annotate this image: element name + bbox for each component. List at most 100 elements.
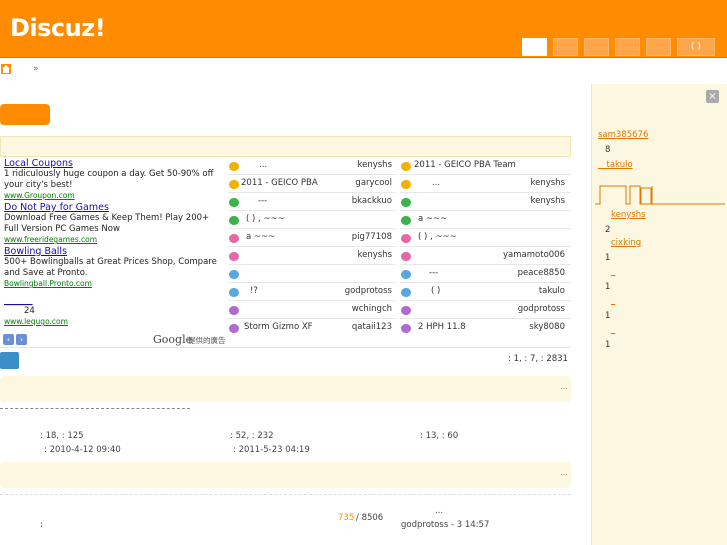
thread-row[interactable]: ( ) , ~~~ (400, 229, 571, 247)
thread-row[interactable]: ... kenyshs (228, 157, 396, 175)
thread-icon (229, 216, 239, 225)
thread-icon (229, 180, 239, 189)
breadcrumb-separator: » (33, 64, 39, 74)
category-collapse[interactable]: ... (560, 468, 568, 477)
ad-url[interactable]: www.lequgo.com (4, 317, 226, 326)
sidebar-user[interactable]: __takulo (598, 160, 633, 170)
thread-icon (401, 306, 411, 315)
thread-row[interactable]: a ~~~ pig77108 (228, 229, 396, 247)
ad-prev-arrow-icon[interactable]: ‹ (3, 334, 14, 345)
ad-title[interactable]: Bowling Balls (4, 246, 226, 257)
ad-url[interactable]: www.Groupon.com (4, 191, 226, 200)
thread-row[interactable]: a ~~~ (400, 211, 571, 229)
thread-row[interactable]: --- peace8850 (400, 265, 571, 283)
thread-title[interactable]: ( ) , ~~~ (246, 214, 285, 224)
nav-tab-2[interactable] (553, 38, 578, 56)
ad-title[interactable]: ______ (4, 295, 226, 306)
thread-icon (229, 234, 239, 243)
thread-author[interactable]: kenyshs (530, 178, 565, 188)
close-icon[interactable]: × (706, 90, 719, 103)
nav-tab-5[interactable] (646, 38, 671, 56)
thread-author[interactable]: sky8080 (529, 322, 565, 332)
sidebar-count: 1 (605, 311, 611, 321)
thread-title[interactable]: 2011 - GEICO PBA (241, 178, 318, 188)
thread-author[interactable]: godprotoss (345, 286, 392, 296)
thread-row[interactable]: !? godprotoss (228, 283, 396, 301)
ad-text: 500+ Bowlingballs at Great Prices Shop, … (4, 257, 217, 278)
sidebar-user[interactable]: kenyshs (611, 210, 646, 220)
thread-author[interactable]: peace8850 (518, 268, 565, 278)
home-icon[interactable] (1, 64, 11, 74)
thread-title[interactable]: Storm Gizmo XF (244, 322, 313, 332)
thread-author[interactable]: yamamoto006 (503, 250, 565, 260)
thread-title[interactable]: 2 HPH 11.8 (418, 322, 466, 332)
thread-row[interactable]: 2011 - GEICO PBA garycool (228, 175, 396, 193)
sidebar-user[interactable]: cixking (611, 238, 641, 248)
sidebar-user[interactable]: _ (611, 296, 615, 306)
ad-url[interactable]: www.freeridegames.com (4, 235, 226, 244)
thread-row[interactable]: 2011 - GEICO PBA Team (400, 157, 571, 175)
thread-author[interactable]: takulo (539, 286, 565, 296)
thread-title[interactable]: ... (259, 160, 267, 170)
ad-next-arrow-icon[interactable]: › (16, 334, 27, 345)
thread-author[interactable]: qataii123 (352, 322, 392, 332)
last-post-info[interactable]: godprotoss - 3 14:57 (401, 520, 489, 530)
sidebar-graphic (595, 184, 725, 209)
thread-author[interactable]: wchingch (352, 304, 392, 314)
thread-title[interactable]: ( ) (431, 286, 440, 296)
thread-title[interactable]: ( ) , ~~~ (418, 232, 457, 242)
sidebar-user[interactable]: sam385676 (598, 130, 648, 140)
thread-row[interactable]: ( ) takulo (400, 283, 571, 301)
ad-title[interactable]: Local Coupons (4, 158, 226, 169)
thread-row[interactable]: wchingch (228, 301, 396, 319)
divider (0, 494, 571, 495)
nav-search-button[interactable]: ( ) (677, 38, 715, 56)
sidebar (591, 84, 727, 545)
category-header[interactable] (0, 462, 571, 488)
nav-tab-home[interactable] (522, 38, 547, 56)
thread-author[interactable]: garycool (355, 178, 392, 188)
thread-row[interactable] (228, 265, 396, 283)
thread-row[interactable]: kenyshs (400, 193, 571, 211)
thread-row[interactable]: ... kenyshs (400, 175, 571, 193)
thread-author[interactable]: godprotoss (518, 304, 565, 314)
forum-stats-summary: : 1, : 7, : 2831 (508, 354, 568, 364)
thread-icon (401, 234, 411, 243)
thread-row[interactable]: ( ) , ~~~ (228, 211, 396, 229)
thread-title[interactable]: --- (429, 268, 438, 278)
forum-toggle-button[interactable] (0, 352, 19, 369)
thread-title[interactable]: --- (258, 196, 267, 206)
nav-tab-4[interactable] (615, 38, 640, 56)
ad-url[interactable]: Bowlingball.Pronto.com (4, 279, 226, 288)
thread-author[interactable]: kenyshs (357, 250, 392, 260)
thread-row[interactable]: 2 HPH 11.8 sky8080 (400, 319, 571, 337)
last-post-title[interactable]: ... (435, 506, 443, 516)
ad-title[interactable]: Do Not Pay for Games (4, 202, 226, 213)
thread-author[interactable]: pig77108 (352, 232, 392, 242)
thread-row[interactable]: yamamoto006 (400, 247, 571, 265)
thread-author[interactable]: bkackkuo (352, 196, 392, 206)
category-collapse[interactable]: ... (560, 382, 568, 391)
thread-row[interactable]: --- bkackkuo (228, 193, 396, 211)
thread-icon (229, 162, 239, 171)
thread-icon (229, 324, 239, 333)
sidebar-user[interactable]: _ (611, 325, 615, 335)
thread-row[interactable]: kenyshs (228, 247, 396, 265)
sidebar-user[interactable]: _ (611, 267, 615, 277)
nav-tab-3[interactable] (584, 38, 609, 56)
thread-author[interactable]: kenyshs (530, 196, 565, 206)
thread-title[interactable]: ... (432, 178, 440, 188)
thread-row[interactable]: godprotoss (400, 301, 571, 319)
thread-row[interactable]: Storm Gizmo XF qataii123 (228, 319, 396, 337)
thread-title[interactable]: a ~~~ (418, 214, 447, 224)
total-posts: / 8506 (356, 513, 384, 523)
thread-title[interactable]: 2011 - GEICO PBA Team (414, 160, 516, 170)
site-logo[interactable]: Discuz! (10, 14, 106, 42)
forum-last-post[interactable]: : 2010-4-12 09:40 (44, 445, 121, 455)
thread-title[interactable]: !? (250, 286, 258, 296)
thread-author[interactable]: kenyshs (357, 160, 392, 170)
new-post-button[interactable] (0, 104, 50, 125)
thread-title[interactable]: a ~~~ (246, 232, 275, 242)
category-header[interactable] (0, 376, 571, 402)
forum-last-post[interactable]: : 2011-5-23 04:19 (233, 445, 310, 455)
